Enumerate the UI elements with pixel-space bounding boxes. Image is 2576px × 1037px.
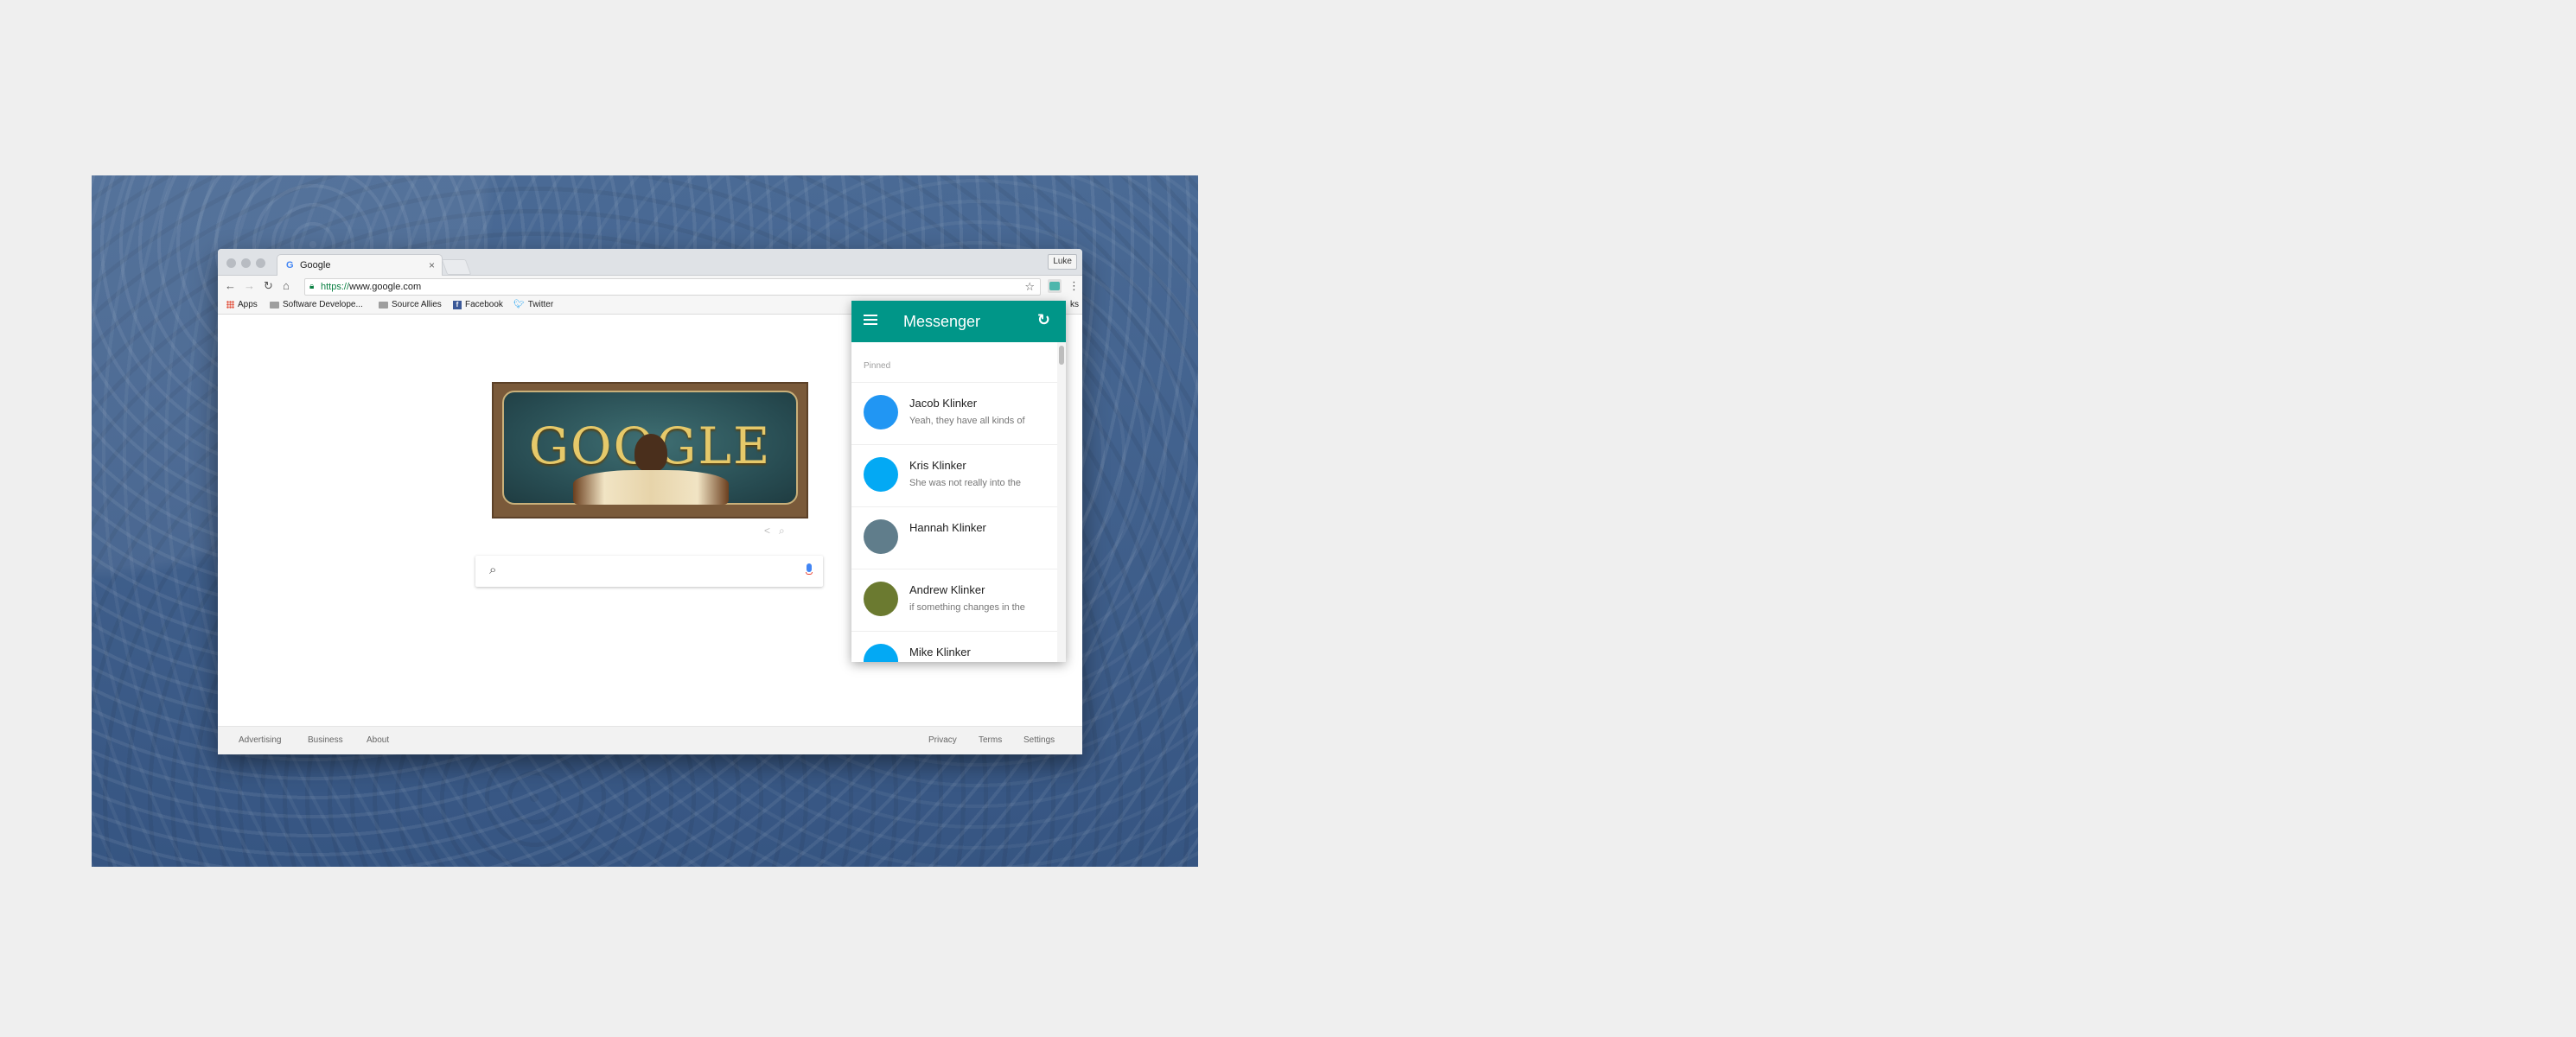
conversation-item-kris[interactable]: Kris Klinker She was not really into the [851, 444, 1057, 507]
facebook-icon: f [453, 300, 462, 309]
bookmark-source-allies[interactable]: Source Allies [379, 300, 442, 309]
avatar [864, 644, 898, 662]
google-search-box[interactable]: ⌕ [475, 556, 823, 587]
messenger-extension-icon [1049, 282, 1060, 290]
bookmark-star-icon[interactable]: ☆ [1024, 280, 1035, 294]
bookmark-apps[interactable]: Apps [226, 300, 258, 309]
doodle-search-icon[interactable]: ⌕ [779, 525, 785, 538]
contact-name: Mike Klinker [909, 646, 971, 658]
messenger-header: Messenger ↻ [851, 301, 1066, 342]
conversation-item-jacob[interactable]: Jacob Klinker Yeah, they have all kinds … [851, 382, 1057, 445]
avatar [864, 457, 898, 492]
contact-name: Jacob Klinker [909, 397, 978, 410]
bookmark-twitter[interactable]: 🐦︎ Twitter [513, 300, 553, 309]
google-footer: Advertising Business About Privacy Terms… [218, 726, 1082, 754]
messenger-title: Messenger [903, 313, 981, 330]
tab-strip: G Google × Luke [218, 249, 1082, 276]
close-window-button[interactable] [226, 258, 236, 268]
footer-settings-link[interactable]: Settings [1023, 735, 1055, 745]
new-tab-button[interactable] [441, 259, 472, 275]
footer-about-link[interactable]: About [367, 735, 389, 745]
footer-terms-link[interactable]: Terms [979, 735, 1002, 745]
folder-icon [379, 301, 388, 309]
message-preview: Yeah, they have all kinds of [909, 416, 1025, 426]
contact-name: Hannah Klinker [909, 521, 986, 534]
tab-google[interactable]: G Google × [277, 254, 443, 276]
url-text: https://www.google.com [321, 282, 422, 292]
footer-privacy-link[interactable]: Privacy [928, 735, 957, 745]
messenger-extension-button[interactable] [1048, 279, 1062, 293]
profile-button[interactable]: Luke [1048, 254, 1077, 270]
hamburger-menu-icon[interactable] [864, 315, 877, 328]
message-preview: if something changes in the [909, 602, 1025, 613]
twitter-icon: 🐦︎ [513, 300, 525, 309]
conversation-item-andrew[interactable]: Andrew Klinker if something changes in t… [851, 569, 1057, 632]
other-bookmarks[interactable]: ks [1070, 300, 1079, 309]
avatar [864, 582, 898, 616]
scrollbar-thumb[interactable] [1059, 346, 1064, 365]
lock-icon: 🔒︎ [309, 282, 315, 291]
home-icon[interactable]: ⌂ [283, 279, 290, 292]
avatar [864, 519, 898, 554]
conversation-list: Pinned Jacob Klinker Yeah, they have all… [851, 342, 1057, 662]
reload-icon[interactable]: ↻ [264, 279, 273, 293]
bookmark-software-developers[interactable]: Software Develope... [270, 300, 363, 309]
contact-name: Andrew Klinker [909, 583, 985, 596]
microphone-icon[interactable] [806, 563, 813, 576]
pinned-section-label: Pinned [864, 361, 891, 371]
google-favicon-icon: G [286, 260, 294, 270]
doodle-child-figure [634, 434, 667, 472]
folder-icon [270, 301, 279, 309]
contact-name: Kris Klinker [909, 459, 966, 472]
apps-grid-icon [226, 301, 234, 309]
browser-toolbar: ← → ↻ ⌂ 🔒︎ https://www.google.com ☆ ⋮ [218, 276, 1082, 296]
tab-title: Google [300, 260, 331, 270]
search-icon: ⌕ [489, 563, 497, 577]
forward-arrow-icon[interactable]: → [244, 279, 255, 292]
bookmark-facebook[interactable]: f Facebook [453, 300, 503, 309]
browser-menu-icon[interactable]: ⋮ [1068, 279, 1080, 293]
message-preview: She was not really into the [909, 478, 1022, 488]
avatar [864, 395, 898, 429]
share-icon[interactable]: < [764, 525, 770, 538]
zoom-window-button[interactable] [256, 258, 265, 268]
messenger-popup: Messenger ↻ Pinned Jacob Klinker Yeah, t… [851, 301, 1066, 662]
scrollbar[interactable] [1057, 342, 1066, 662]
address-bar[interactable]: 🔒︎ https://www.google.com ☆ [304, 278, 1041, 296]
footer-business-link[interactable]: Business [308, 735, 343, 745]
close-tab-icon[interactable]: × [429, 259, 435, 271]
doodle-book [573, 470, 729, 505]
minimize-window-button[interactable] [241, 258, 251, 268]
google-doodle[interactable]: GOOGLE [492, 382, 808, 518]
conversation-item-hannah[interactable]: Hannah Klinker [851, 506, 1057, 569]
window-controls [226, 258, 265, 268]
footer-advertising-link[interactable]: Advertising [239, 735, 281, 745]
conversation-item-mike[interactable]: Mike Klinker [851, 631, 1057, 662]
back-arrow-icon[interactable]: ← [225, 279, 236, 292]
refresh-icon[interactable]: ↻ [1037, 311, 1050, 329]
